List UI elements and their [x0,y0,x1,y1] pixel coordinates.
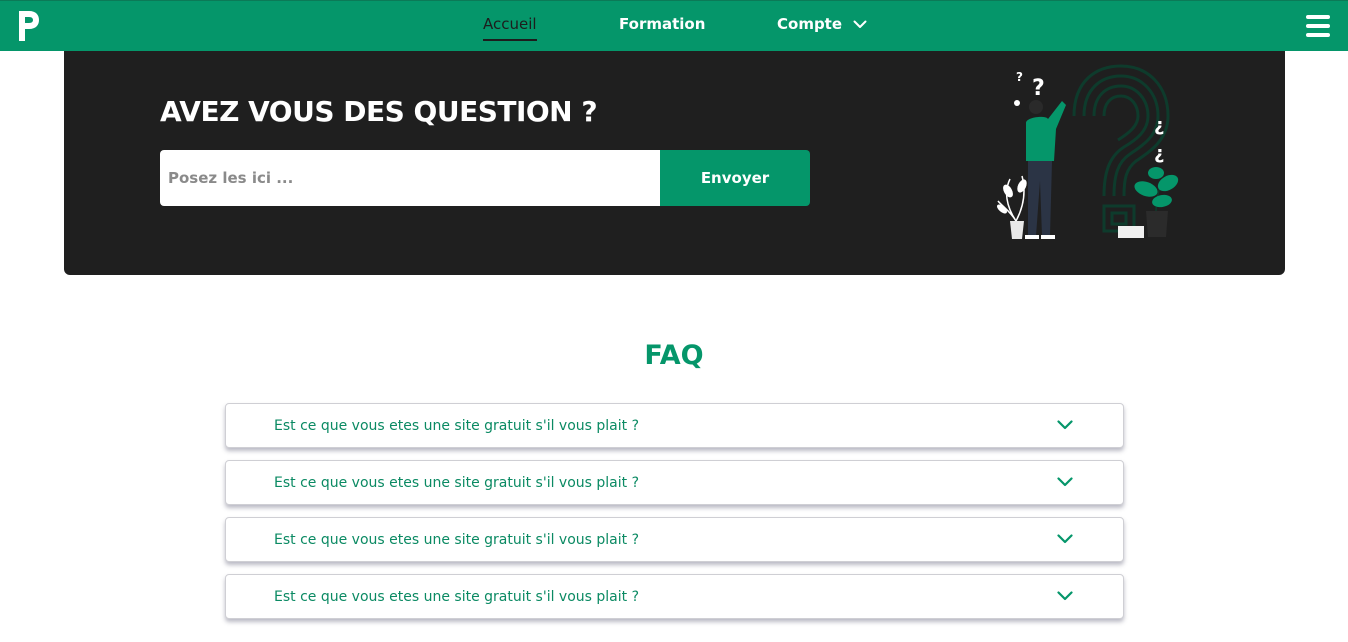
nav-link-compte[interactable]: Compte [777,15,867,33]
main-nav: Accueil Formation Compte [0,1,1348,52]
chevron-down-icon[interactable] [1057,477,1073,487]
top-navbar: Accueil Formation Compte [0,0,1348,51]
question-maze-illustration-icon: ? ? ¿ ¿ [997,64,1179,239]
chevron-down-icon[interactable] [1057,420,1073,430]
send-button[interactable]: Envoyer [660,150,810,206]
faq-title: FAQ [644,340,704,371]
svg-text:?: ? [1016,70,1023,84]
question-input[interactable] [160,150,660,206]
faq-question: Est ce que vous etes une site gratuit s'… [274,475,640,491]
hero-title: AVEZ VOUS DES QUESTION ? [160,95,598,128]
svg-text:¿: ¿ [1154,143,1164,164]
nav-link-accueil[interactable]: Accueil [483,15,537,41]
chevron-down-icon[interactable] [1057,534,1073,544]
svg-text:?: ? [1032,76,1045,101]
chevron-down-icon [853,20,867,28]
nav-link-formation[interactable]: Formation [619,15,705,33]
hamburger-menu-icon[interactable] [1306,15,1330,37]
nav-link-compte-label: Compte [777,15,843,33]
faq-item[interactable]: Est ce que vous etes une site gratuit s'… [225,403,1124,448]
hero-banner: AVEZ VOUS DES QUESTION ? Envoyer ? ? ¿ ¿ [64,51,1285,275]
faq-item[interactable]: Est ce que vous etes une site gratuit s'… [225,517,1124,562]
faq-question: Est ce que vous etes une site gratuit s'… [274,418,640,434]
chevron-down-icon[interactable] [1057,591,1073,601]
faq-question: Est ce que vous etes une site gratuit s'… [274,589,640,605]
faq-item[interactable]: Est ce que vous etes une site gratuit s'… [225,574,1124,619]
faq-question: Est ce que vous etes une site gratuit s'… [274,532,640,548]
faq-list: Est ce que vous etes une site gratuit s'… [225,403,1124,631]
faq-item[interactable]: Est ce que vous etes une site gratuit s'… [225,460,1124,505]
svg-text:¿: ¿ [1154,115,1164,136]
